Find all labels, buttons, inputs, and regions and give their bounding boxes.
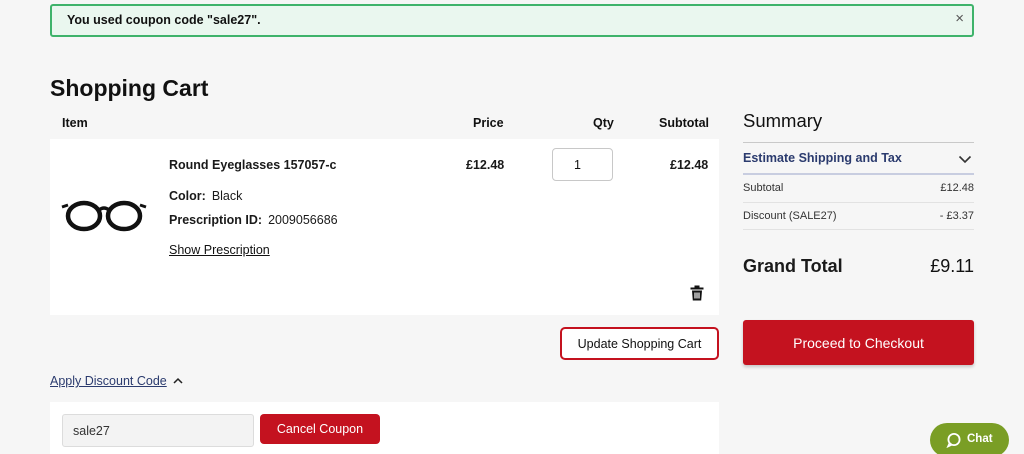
summary-title: Summary [743, 110, 823, 131]
column-header-subtotal: Subtotal [659, 116, 709, 130]
summary-subtotal-label: Subtotal [743, 182, 784, 194]
option-color: Color: Black [169, 189, 242, 203]
quantity-input[interactable] [552, 148, 613, 181]
page-title: Shopping Cart [50, 75, 209, 101]
option-prescription-label: Prescription ID: [169, 213, 263, 227]
apply-discount-toggle[interactable]: Apply Discount Code [50, 374, 167, 388]
estimate-shipping-toggle[interactable]: Estimate Shipping and Tax [743, 151, 902, 165]
chat-bubble-icon [946, 433, 961, 448]
product-name[interactable]: Round Eyeglasses 157057-c [169, 158, 336, 172]
grand-total-value: £9.11 [930, 256, 974, 276]
summary-divider [743, 229, 974, 230]
close-icon[interactable]: × [955, 10, 964, 27]
column-header-qty: Qty [593, 116, 614, 130]
coupon-notice: You used coupon code "sale27". × [50, 4, 974, 37]
update-cart-button[interactable]: Update Shopping Cart [560, 327, 719, 360]
chevron-up-icon[interactable] [172, 376, 184, 386]
discount-code-input[interactable] [62, 414, 254, 447]
cart-item-card [50, 139, 719, 315]
chevron-down-icon[interactable] [958, 154, 972, 164]
column-header-item: Item [62, 116, 88, 130]
item-subtotal: £12.48 [670, 158, 709, 172]
option-color-label: Color: [169, 189, 206, 203]
product-image[interactable] [60, 195, 148, 237]
show-prescription-link[interactable]: Show Prescription [169, 243, 270, 257]
option-color-value: Black [211, 189, 243, 203]
notice-message: You used coupon code "sale27". [67, 13, 261, 27]
chat-button[interactable]: Chat [930, 423, 1009, 454]
option-prescription-value: 2009056686 [268, 213, 338, 227]
column-header-price: Price [473, 116, 504, 130]
cancel-coupon-button[interactable]: Cancel Coupon [260, 414, 380, 444]
proceed-to-checkout-button[interactable]: Proceed to Checkout [743, 320, 974, 365]
summary-divider [743, 202, 974, 203]
chat-label: Chat [967, 433, 993, 445]
summary-subtotal-value: £12.48 [940, 182, 974, 194]
trash-icon[interactable] [690, 285, 704, 301]
option-prescription: Prescription ID: 2009056686 [169, 213, 338, 227]
summary-divider [743, 142, 974, 143]
summary-divider [743, 173, 974, 175]
item-price: £12.48 [466, 158, 505, 172]
summary-discount-value: - £3.37 [939, 210, 974, 222]
summary-discount-label: Discount (SALE27) [743, 210, 837, 222]
grand-total-label: Grand Total [743, 256, 843, 276]
